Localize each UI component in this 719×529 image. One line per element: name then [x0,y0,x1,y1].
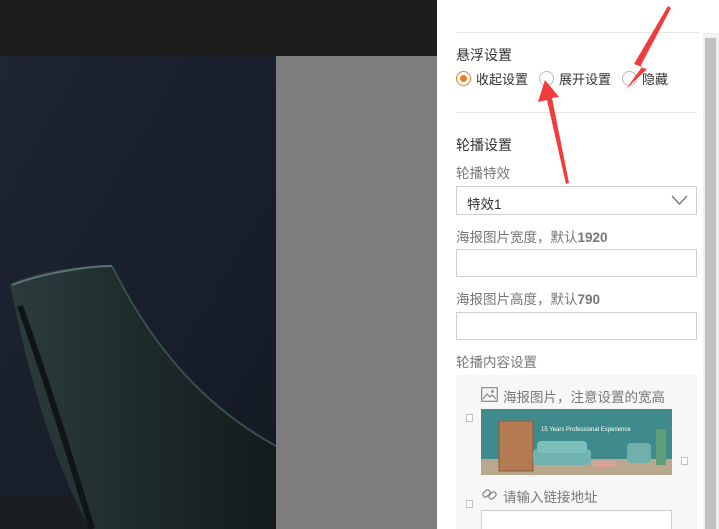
section-divider [456,112,697,113]
carousel-settings-title: 轮播设置 [456,137,512,153]
poster-width-default: 1920 [577,230,608,245]
float-settings-title: 悬浮设置 [456,47,512,63]
poster-hint-text: 海报图片，注意设置的宽高 [503,390,665,405]
poster-width-label-text: 海报图片宽度，默认 [456,230,578,245]
poster-width-input[interactable] [456,249,697,277]
float-mode-radio-group: 收起设置 展开设置 隐藏 [456,69,679,87]
poster-hint: 海报图片，注意设置的宽高 [481,386,665,406]
item-side-checkbox[interactable] [681,457,688,465]
radio-checked-icon[interactable] [456,70,471,86]
radio-unchecked-icon[interactable] [622,70,638,86]
link-icon [481,486,503,506]
radio-hide-label: 隐藏 [642,71,669,87]
preview-top-bar [0,0,437,56]
poster-width-label: 海报图片宽度，默认1920 [456,226,608,246]
image-icon [481,387,503,405]
page-preview [0,0,437,529]
chevron-down-icon [671,194,688,209]
carousel-effect-select[interactable]: 特效1 [456,186,697,215]
poster-height-input[interactable] [456,312,697,340]
carousel-effect-value: 特效1 [467,197,502,212]
panel-scrollbar-thumb[interactable] [705,38,716,529]
banner-preview-image [0,56,276,529]
poster-height-default: 790 [577,292,601,307]
carousel-content-label: 轮播内容设置 [456,355,537,370]
radio-hide[interactable]: 隐藏 [622,69,668,88]
link-hint: 请输入链接地址 [481,486,598,506]
radio-expand-label: 展开设置 [559,71,612,87]
poster-thumbnail[interactable]: 15 Years Professional Experience [481,409,672,475]
link-hint-text: 请输入链接地址 [503,490,598,505]
poster-height-label: 海报图片高度，默认790 [456,288,600,308]
item-checkbox[interactable] [466,414,473,422]
carousel-effect-label: 轮播特效 [456,166,510,181]
poster-height-label-text: 海报图片高度，默认 [456,292,578,307]
link-url-input[interactable] [481,510,672,529]
panel-top-divider [457,32,699,33]
link-checkbox[interactable] [466,500,473,508]
svg-text:15 Years Professional Experien: 15 Years Professional Experience [541,427,631,433]
radio-unchecked-icon[interactable] [539,70,555,86]
radio-collapse-label: 收起设置 [476,71,529,87]
radio-expand[interactable]: 展开设置 [539,69,611,88]
preview-overlay [276,56,437,529]
radio-collapse[interactable]: 收起设置 [456,69,528,88]
